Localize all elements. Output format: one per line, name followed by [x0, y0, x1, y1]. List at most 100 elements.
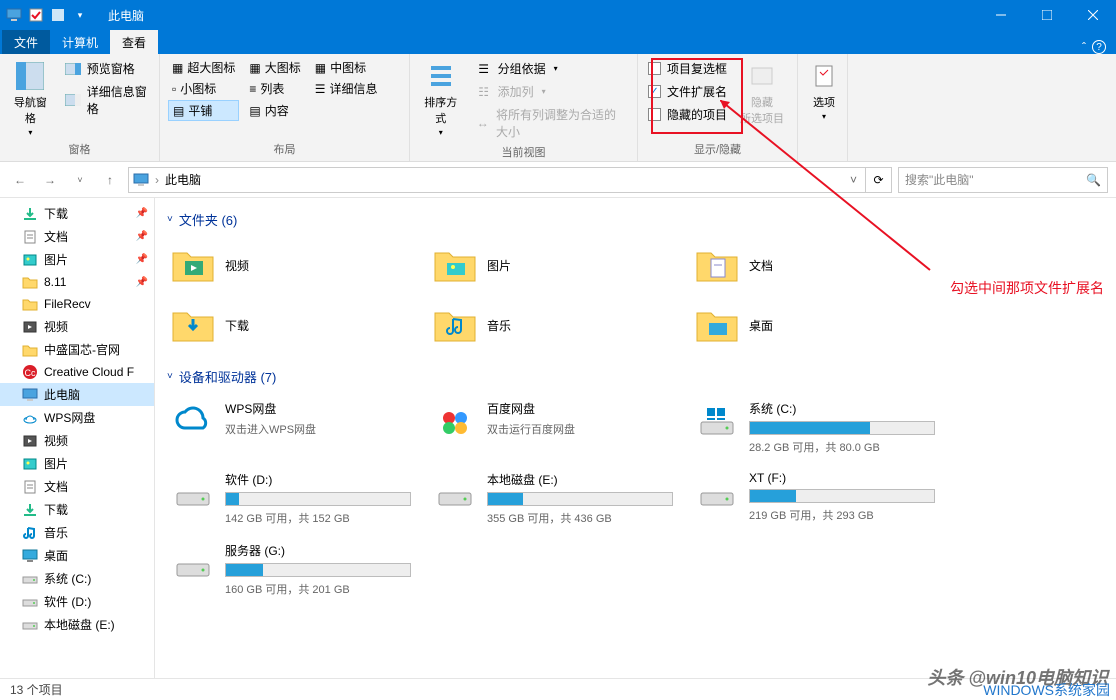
sidebar-icon [22, 387, 38, 403]
sidebar-label: 软件 (D:) [44, 593, 91, 610]
folder-item[interactable]: 桌面 [691, 299, 941, 351]
address-dropdown-icon[interactable]: ˅ [846, 173, 861, 187]
drive-usage-bar [487, 492, 673, 506]
folder-item[interactable]: 图片 [429, 239, 679, 291]
drive-item[interactable]: 软件 (D:)142 GB 可用，共 152 GB [167, 467, 417, 530]
tab-view[interactable]: 查看 [110, 30, 158, 54]
sidebar: 下载📌文档📌图片📌8.11📌FileRecv视频中盛国芯-官网CcCreativ… [0, 198, 155, 678]
address-bar: ← → ˅ ↑ › 此电脑 ˅ ⟳ 搜索"此电脑" 🔍 [0, 162, 1116, 198]
props-icon[interactable] [26, 5, 46, 25]
sidebar-item[interactable]: 中盛国芯-官网 [0, 338, 154, 361]
sidebar-item[interactable]: FileRecv [0, 293, 154, 315]
folder-item[interactable]: 文档 [691, 239, 941, 291]
tab-file[interactable]: 文件 [2, 30, 50, 54]
sidebar-icon [22, 206, 38, 222]
close-button[interactable] [1070, 0, 1116, 30]
drive-icon [695, 471, 739, 515]
layout-medium[interactable]: ▦中图标 [311, 58, 382, 77]
options-button[interactable]: 选项 ▾ [806, 58, 842, 123]
drive-item[interactable]: 系统 (C:)28.2 GB 可用，共 80.0 GB [691, 396, 941, 459]
search-input[interactable]: 搜索"此电脑" 🔍 [898, 167, 1108, 193]
layout-tiles[interactable]: ▤平铺 [168, 100, 239, 121]
sidebar-icon [22, 571, 38, 587]
sidebar-item[interactable]: 图片📌 [0, 248, 154, 271]
sidebar-icon [22, 252, 38, 268]
drive-item[interactable]: 服务器 (G:)160 GB 可用，共 201 GB [167, 538, 417, 601]
folder-item[interactable]: 下载 [167, 299, 417, 351]
hidden-items-toggle[interactable]: 隐藏的项目 [646, 104, 729, 125]
collapse-ribbon-icon[interactable]: ˆ [1082, 40, 1086, 54]
folders-header[interactable]: ˅文件夹 (6) [167, 210, 1104, 229]
sidebar-icon [22, 525, 38, 541]
sidebar-item[interactable]: 下载📌 [0, 202, 154, 225]
sidebar-item[interactable]: 文档📌 [0, 225, 154, 248]
sidebar-item[interactable]: 下载 [0, 498, 154, 521]
up-button[interactable]: ↑ [98, 168, 122, 192]
pin-icon: 📌 [136, 277, 148, 288]
file-extensions-toggle[interactable]: ✓文件扩展名 [646, 81, 729, 102]
layout-list[interactable]: ≡列表 [245, 79, 304, 98]
drive-sub: 219 GB 可用，共 293 GB [749, 507, 937, 523]
sidebar-item[interactable]: 图片 [0, 452, 154, 475]
layout-extra-large[interactable]: ▦超大图标 [168, 58, 239, 77]
preview-pane-button[interactable]: 预览窗格 [61, 58, 151, 79]
hide-icon [746, 60, 778, 92]
back-button[interactable]: ← [8, 168, 32, 192]
sidebar-item[interactable]: 视频 [0, 315, 154, 338]
sidebar-item[interactable]: 音乐 [0, 521, 154, 544]
qat-dropdown-icon[interactable] [48, 5, 68, 25]
pin-icon: 📌 [136, 231, 148, 242]
cloud-drive-item[interactable]: 百度网盘双击运行百度网盘 [429, 396, 679, 459]
folder-item[interactable]: 音乐 [429, 299, 679, 351]
sidebar-item[interactable]: 8.11 📌 [0, 271, 154, 293]
sidebar-item[interactable]: WPS网盘 [0, 406, 154, 429]
help-icon[interactable]: ? [1092, 40, 1106, 54]
cloud-drive-item[interactable]: WPS网盘双击进入WPS网盘 [167, 396, 417, 459]
sidebar-icon [22, 274, 38, 290]
ribbon: 导航窗格 ▾ 预览窗格 详细信息窗格 窗格 ▦超大图标 ▦大图标 ▦中图标 ▫小… [0, 54, 1116, 162]
navigation-pane-button[interactable]: 导航窗格 ▾ [8, 58, 53, 139]
group-by-button[interactable]: ☰分组依据▾ [472, 58, 629, 79]
refresh-button[interactable]: ⟳ [866, 167, 892, 193]
sidebar-item[interactable]: 桌面 [0, 544, 154, 567]
drive-item[interactable]: XT (F:)219 GB 可用，共 293 GB [691, 467, 941, 530]
sidebar-item[interactable]: 文档 [0, 475, 154, 498]
sidebar-label: FileRecv [44, 297, 91, 311]
minimize-button[interactable] [978, 0, 1024, 30]
layout-content[interactable]: ▤内容 [245, 100, 304, 121]
qat-more-icon[interactable]: ▾ [70, 5, 90, 25]
tab-computer[interactable]: 计算机 [50, 30, 110, 54]
sidebar-label: Creative Cloud F [44, 365, 134, 379]
drive-item[interactable]: 本地磁盘 (E:)355 GB 可用，共 436 GB [429, 467, 679, 530]
sort-by-button[interactable]: 排序方式 ▾ [418, 58, 464, 139]
nav-pane-icon [14, 60, 46, 92]
item-checkboxes-toggle[interactable]: 项目复选框 [646, 58, 729, 79]
maximize-button[interactable] [1024, 0, 1070, 30]
address-input[interactable]: › 此电脑 ˅ [128, 167, 866, 193]
sidebar-icon [22, 433, 38, 449]
sidebar-item[interactable]: Cc Creative Cloud F [0, 361, 154, 383]
devices-header[interactable]: ˅设备和驱动器 (7) [167, 367, 1104, 386]
sidebar-item[interactable]: 本地磁盘 (E:) [0, 613, 154, 636]
layout-large[interactable]: ▦大图标 [245, 58, 304, 77]
forward-button[interactable]: → [38, 168, 62, 192]
hide-selected-button: 隐藏 所选项目 [737, 58, 787, 128]
svg-text:Cc: Cc [25, 368, 36, 378]
sidebar-label: 本地磁盘 (E:) [44, 616, 115, 633]
folder-icon [695, 303, 739, 347]
status-text: 13 个项目 [10, 681, 63, 698]
details-pane-button[interactable]: 详细信息窗格 [61, 81, 151, 119]
address-path: 此电脑 [165, 171, 201, 188]
sidebar-item[interactable]: 此电脑 [0, 383, 154, 406]
sidebar-icon [22, 502, 38, 518]
pc-icon [133, 172, 149, 188]
sidebar-item[interactable]: 软件 (D:) [0, 590, 154, 613]
sidebar-item[interactable]: 系统 (C:) [0, 567, 154, 590]
layout-small[interactable]: ▫小图标 [168, 79, 239, 98]
ribbon-tabs: 文件 计算机 查看 ˆ ? [0, 30, 1116, 54]
layout-details[interactable]: ☰详细信息 [311, 79, 382, 98]
sidebar-label: 8.11 [44, 275, 66, 289]
folder-item[interactable]: 视频 [167, 239, 417, 291]
sidebar-item[interactable]: 视频 [0, 429, 154, 452]
recent-dropdown[interactable]: ˅ [68, 168, 92, 192]
